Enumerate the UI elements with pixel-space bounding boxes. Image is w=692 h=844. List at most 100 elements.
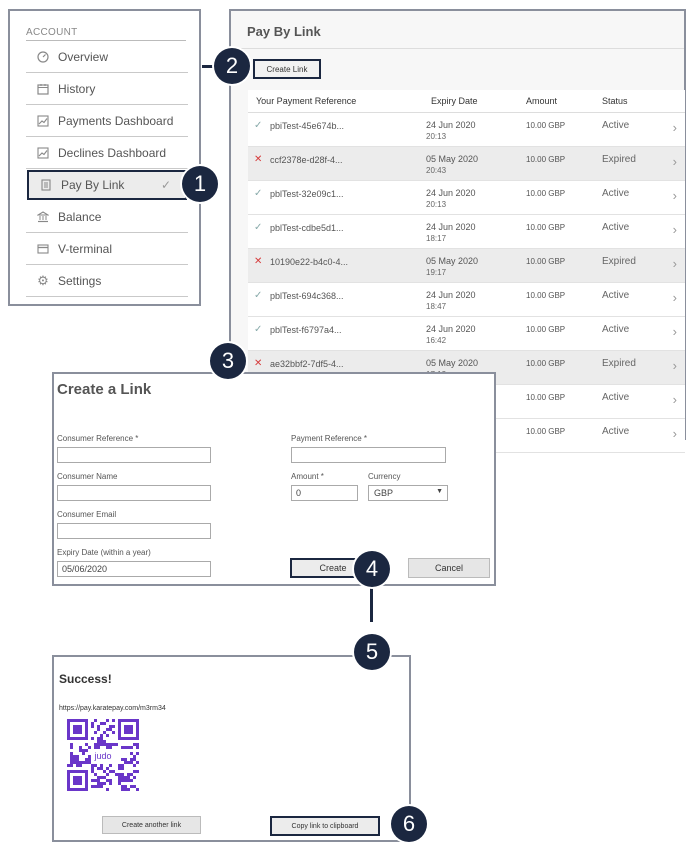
payment-reference-cell: pblTest-cdbe5d1... bbox=[270, 223, 344, 233]
chevron-right-icon[interactable]: › bbox=[673, 120, 677, 135]
expiry-date-cell: 24 Jun 2020 20:13 bbox=[426, 120, 476, 142]
expiry-time: 18:47 bbox=[426, 302, 447, 311]
callout-badge: 5 bbox=[354, 634, 390, 670]
expiry-time: 20:13 bbox=[426, 132, 447, 141]
expiry-date: 24 Jun 2020 bbox=[426, 120, 476, 130]
sidebar-item-settings[interactable]: ⚙ Settings bbox=[26, 266, 188, 297]
payment-reference-input[interactable] bbox=[291, 447, 446, 463]
expiry-time: 16:42 bbox=[426, 336, 447, 345]
amount-label: Amount * bbox=[291, 472, 324, 481]
gauge-icon bbox=[36, 50, 50, 64]
cancel-button[interactable]: Cancel bbox=[408, 558, 490, 578]
create-link-button[interactable]: Create Link bbox=[253, 59, 321, 79]
payment-reference-cell: ccf2378e-d28f-4... bbox=[270, 155, 343, 165]
consumer-name-input[interactable] bbox=[57, 485, 211, 501]
sidebar-item-v-terminal[interactable]: V-terminal bbox=[26, 234, 188, 265]
table-row[interactable]: ✓ pbiTest-45e674b... 24 Jun 2020 20:13 10.00… bbox=[248, 113, 685, 147]
payment-reference-cell: ae32bbf2-7df5-4... bbox=[270, 359, 344, 369]
success-title: Success! bbox=[59, 672, 112, 686]
table-row[interactable]: ✓ pblTest-f6797a4... 24 Jun 2020 16:42 10.00… bbox=[248, 317, 685, 351]
payment-reference-label: Payment Reference * bbox=[291, 434, 368, 443]
dropdown-caret-icon: ▼ bbox=[436, 488, 443, 495]
sidebar-section-label: ACCOUNT bbox=[26, 27, 78, 38]
column-header[interactable]: Expiry Date bbox=[431, 96, 478, 106]
expiry-date: 05 May 2020 bbox=[426, 256, 479, 266]
consumer-name-label: Consumer Name bbox=[57, 472, 118, 481]
sidebar-item-history[interactable]: History bbox=[26, 74, 188, 105]
sidebar-item-label: Settings bbox=[58, 274, 102, 288]
callout-connector bbox=[370, 584, 373, 622]
sidebar-item-declines-dashboard[interactable]: Declines Dashboard bbox=[26, 138, 188, 169]
sidebar-item-overview[interactable]: Overview bbox=[26, 42, 188, 73]
sidebar-item-label: Balance bbox=[58, 210, 102, 224]
payment-reference-cell: pblTest-32e09c1... bbox=[270, 189, 344, 199]
amount-input[interactable] bbox=[291, 485, 358, 501]
chevron-right-icon[interactable]: › bbox=[673, 324, 677, 339]
expiry-date: 24 Jun 2020 bbox=[426, 324, 476, 334]
sidebar-item-payments-dashboard[interactable]: Payments Dashboard bbox=[26, 106, 188, 137]
copy-link-button[interactable]: Copy link to clipboard bbox=[270, 816, 380, 836]
table-row[interactable]: ✓ pblTest-32e09c1... 24 Jun 2020 20:13 10.00… bbox=[248, 181, 685, 215]
checkmark-icon: ✓ bbox=[254, 188, 263, 199]
cross-icon: ✕ bbox=[254, 256, 263, 267]
table-row[interactable]: ✕ ccf2378e-d28f-4... 05 May 2020 20:43 10.00… bbox=[248, 147, 685, 181]
amount-cell: 10.00 GBP bbox=[526, 325, 566, 334]
account-sidebar: ACCOUNT Overview History Payments Dashbo… bbox=[8, 9, 201, 306]
column-header[interactable]: Status bbox=[602, 96, 628, 106]
amount-cell: 10.00 GBP bbox=[526, 223, 566, 232]
status-cell: Expired bbox=[602, 154, 636, 165]
sidebar-item-label: V-terminal bbox=[58, 242, 113, 256]
line-chart-icon bbox=[36, 114, 50, 128]
expiry-date-cell: 05 May 2020 20:43 bbox=[426, 154, 478, 176]
amount-cell: 10.00 GBP bbox=[526, 257, 566, 266]
calendar-icon bbox=[36, 82, 50, 96]
callout-badge: 1 bbox=[182, 166, 218, 202]
payment-reference-cell: pblTest-f6797a4... bbox=[270, 325, 342, 335]
amount-cell: 10.00 GBP bbox=[526, 427, 566, 436]
status-cell: Active bbox=[602, 222, 630, 233]
table-row[interactable]: ✓ pblTest-cdbe5d1... 24 Jun 2020 18:17 10.00… bbox=[248, 215, 685, 249]
payment-reference-cell: pbiTest-45e674b... bbox=[270, 121, 345, 131]
table-header: Your Payment Reference Expiry Date Amoun… bbox=[248, 90, 685, 113]
status-cell: Active bbox=[602, 392, 630, 403]
expiry-date-input[interactable] bbox=[57, 561, 211, 577]
chevron-right-icon[interactable]: › bbox=[673, 290, 677, 305]
status-cell: Active bbox=[602, 290, 630, 301]
currency-select[interactable]: GBP ▼ bbox=[368, 485, 448, 501]
chevron-right-icon[interactable]: › bbox=[673, 358, 677, 373]
status-cell: Active bbox=[602, 324, 630, 335]
expiry-date-cell: 24 Jun 2020 18:17 bbox=[426, 222, 476, 244]
cross-icon: ✕ bbox=[254, 154, 263, 165]
success-panel: Success! https://pay.karatepay.com/m3rm3… bbox=[52, 655, 411, 842]
payment-reference-cell: 10190e22-b4c0-4... bbox=[270, 257, 349, 267]
consumer-email-label: Consumer Email bbox=[57, 510, 117, 519]
chevron-right-icon[interactable]: › bbox=[673, 392, 677, 407]
chevron-right-icon[interactable]: › bbox=[673, 188, 677, 203]
chevron-right-icon[interactable]: › bbox=[673, 154, 677, 169]
create-link-form: Create a Link Consumer Reference * Consu… bbox=[52, 372, 496, 586]
bank-icon bbox=[36, 210, 50, 224]
column-header[interactable]: Amount bbox=[526, 96, 557, 106]
amount-cell: 10.00 GBP bbox=[526, 393, 566, 402]
chevron-right-icon[interactable]: › bbox=[673, 256, 677, 271]
cross-icon: ✕ bbox=[254, 358, 263, 369]
table-row[interactable]: ✓ pblTest-694c368... 24 Jun 2020 18:47 10.00… bbox=[248, 283, 685, 317]
chevron-right-icon[interactable]: › bbox=[673, 426, 677, 441]
table-row[interactable]: ✕ 10190e22-b4c0-4... 05 May 2020 19:17 10.00… bbox=[248, 249, 685, 283]
gear-icon: ⚙ bbox=[37, 273, 49, 288]
column-header[interactable]: Your Payment Reference bbox=[256, 96, 356, 106]
sidebar-item-balance[interactable]: Balance bbox=[26, 202, 188, 233]
sidebar-item-pay-by-link[interactable]: Pay By Link ✓ bbox=[27, 170, 187, 200]
status-cell: Active bbox=[602, 120, 630, 131]
page-title: Pay By Link bbox=[247, 24, 321, 39]
consumer-email-input[interactable] bbox=[57, 523, 211, 539]
expiry-date: 24 Jun 2020 bbox=[426, 222, 476, 232]
consumer-reference-input[interactable] bbox=[57, 447, 211, 463]
sidebar-divider bbox=[26, 40, 186, 41]
chevron-right-icon[interactable]: › bbox=[673, 222, 677, 237]
expiry-time: 18:17 bbox=[426, 234, 447, 243]
sidebar-item-label: History bbox=[58, 82, 96, 96]
payment-link-url[interactable]: https://pay.karatepay.com/m3rm34 bbox=[59, 705, 166, 712]
create-another-link-button[interactable]: Create another link bbox=[102, 816, 201, 834]
status-cell: Active bbox=[602, 426, 630, 437]
